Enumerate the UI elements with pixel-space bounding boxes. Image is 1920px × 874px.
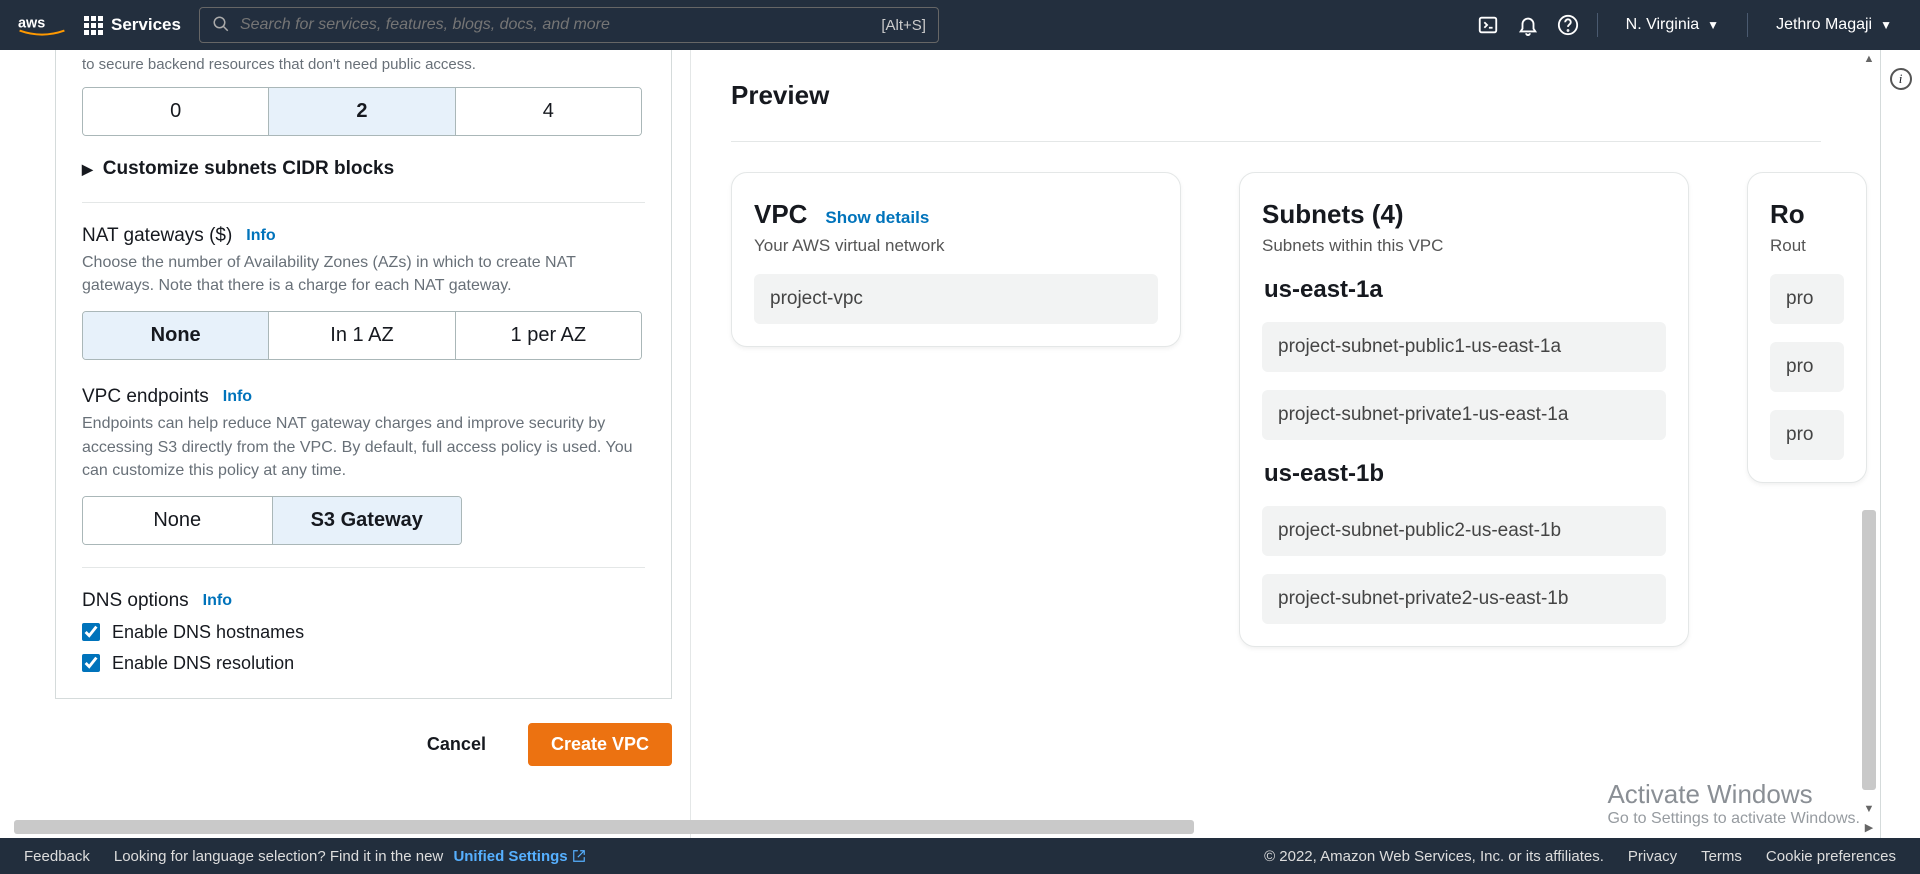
scroll-thumb[interactable]	[1862, 510, 1876, 790]
feedback-link[interactable]: Feedback	[24, 848, 90, 865]
cancel-button[interactable]: Cancel	[405, 723, 508, 766]
form-column: to secure backend resources that don't n…	[0, 50, 690, 838]
subnet-pill[interactable]: project-subnet-public2-us-east-1b	[1262, 506, 1666, 556]
subnet-pill[interactable]: project-subnet-public1-us-east-1a	[1262, 322, 1666, 372]
private-subnets-opt-0[interactable]: 0	[83, 88, 269, 135]
windows-activation-watermark: Activate Windows Go to Settings to activ…	[1607, 779, 1860, 828]
dns-title: DNS options	[82, 590, 189, 612]
preview-column: Preview VPC Show details Your AWS virtua…	[690, 50, 1920, 838]
vpce-info-link[interactable]: Info	[223, 388, 252, 406]
region-label: N. Virginia	[1626, 16, 1700, 34]
help-rail: i	[1880, 50, 1920, 838]
vpce-opt-none[interactable]: None	[83, 497, 273, 544]
nat-title: NAT gateways ($)	[82, 225, 232, 247]
create-vpc-button[interactable]: Create VPC	[528, 723, 672, 766]
horizontal-scrollbar[interactable]: ▶	[14, 818, 1876, 836]
vpc-show-details[interactable]: Show details	[825, 208, 929, 227]
vpc-card-title: VPC	[754, 199, 807, 230]
region-selector[interactable]: N. Virginia ▼	[1616, 16, 1729, 34]
nat-opt-none[interactable]: None	[83, 312, 269, 359]
svg-text:aws: aws	[18, 15, 45, 31]
nat-desc: Choose the number of Availability Zones …	[82, 251, 642, 297]
footer-copyright: © 2022, Amazon Web Services, Inc. or its…	[1264, 848, 1604, 865]
watermark-line2: Go to Settings to activate Windows.	[1607, 810, 1860, 828]
private-subnets-opt-2[interactable]: 2	[269, 88, 455, 135]
unified-settings-link[interactable]: Unified Settings	[453, 848, 585, 865]
dns-resolution-checkbox[interactable]	[82, 654, 100, 672]
search-icon	[212, 15, 230, 36]
private-subnets-desc-tail: to secure backend resources that don't n…	[82, 50, 645, 73]
subnet-pill[interactable]: project-subnet-private1-us-east-1a	[1262, 390, 1666, 440]
vpc-card-sub: Your AWS virtual network	[754, 236, 1158, 256]
route-pill[interactable]: pro	[1770, 410, 1844, 460]
footer-lang-text: Looking for language selection? Find it …	[114, 848, 586, 865]
top-nav: aws Services [Alt+S] N. Virginia ▼ Jethr…	[0, 0, 1920, 50]
vpce-opt-s3[interactable]: S3 Gateway	[273, 497, 462, 544]
az-heading: us-east-1b	[1264, 460, 1666, 488]
services-menu[interactable]: Services	[84, 15, 181, 35]
nat-opt-1az[interactable]: In 1 AZ	[269, 312, 455, 359]
global-search[interactable]: [Alt+S]	[199, 7, 939, 43]
footer: Feedback Looking for language selection?…	[0, 838, 1920, 874]
grid-icon	[84, 16, 103, 35]
scroll-up-icon[interactable]: ▲	[1860, 50, 1878, 68]
nat-segment: None In 1 AZ 1 per AZ	[82, 311, 642, 360]
cloudshell-icon[interactable]	[1477, 14, 1499, 36]
az-heading: us-east-1a	[1264, 276, 1666, 304]
user-label: Jethro Magaji	[1776, 16, 1872, 34]
main-area: to secure backend resources that don't n…	[0, 50, 1920, 838]
scroll-down-icon[interactable]: ▼	[1860, 800, 1878, 818]
preview-title: Preview	[731, 80, 1920, 111]
nat-info-link[interactable]: Info	[246, 227, 275, 245]
info-icon[interactable]: i	[1890, 68, 1912, 90]
customize-cidr-label: Customize subnets CIDR blocks	[103, 158, 394, 180]
customize-cidr-expander[interactable]: ▶ Customize subnets CIDR blocks	[82, 158, 645, 180]
vpc-name-pill[interactable]: project-vpc	[754, 274, 1158, 324]
notifications-icon[interactable]	[1517, 14, 1539, 36]
subnets-card-title: Subnets (4)	[1262, 199, 1404, 230]
private-subnets-opt-4[interactable]: 4	[456, 88, 641, 135]
vpce-title: VPC endpoints	[82, 386, 209, 408]
search-input[interactable]	[240, 16, 871, 34]
private-subnets-segment: 0 2 4	[82, 87, 642, 136]
route-pill[interactable]: pro	[1770, 274, 1844, 324]
vpc-card: VPC Show details Your AWS virtual networ…	[731, 172, 1181, 347]
account-menu[interactable]: Jethro Magaji ▼	[1766, 16, 1902, 34]
preview-cards: VPC Show details Your AWS virtual networ…	[731, 172, 1920, 647]
vpce-segment: None S3 Gateway	[82, 496, 462, 545]
routes-card-sub: Rout	[1770, 236, 1844, 256]
subnets-card: Subnets (4) Subnets within this VPC us-e…	[1239, 172, 1689, 647]
external-link-icon	[572, 849, 586, 863]
dns-hostnames-row[interactable]: Enable DNS hostnames	[82, 622, 645, 643]
search-shortcut: [Alt+S]	[881, 17, 926, 34]
hscroll-thumb[interactable]	[14, 820, 1194, 834]
chevron-down-icon: ▼	[1707, 18, 1719, 32]
vertical-scrollbar[interactable]: ▲ ▼	[1860, 50, 1878, 818]
dns-hostnames-label: Enable DNS hostnames	[112, 622, 304, 643]
vpc-settings-panel: to secure backend resources that don't n…	[55, 50, 672, 699]
scroll-right-icon[interactable]: ▶	[1860, 818, 1878, 836]
dns-resolution-label: Enable DNS resolution	[112, 653, 294, 674]
subnet-pill[interactable]: project-subnet-private2-us-east-1b	[1262, 574, 1666, 624]
services-label: Services	[111, 15, 181, 35]
dns-info-link[interactable]: Info	[203, 592, 232, 610]
privacy-link[interactable]: Privacy	[1628, 848, 1677, 865]
form-actions: Cancel Create VPC	[55, 723, 672, 766]
dns-resolution-row[interactable]: Enable DNS resolution	[82, 653, 645, 674]
cookie-link[interactable]: Cookie preferences	[1766, 848, 1896, 865]
vpce-desc: Endpoints can help reduce NAT gateway ch…	[82, 412, 642, 482]
watermark-line1: Activate Windows	[1607, 779, 1860, 810]
terms-link[interactable]: Terms	[1701, 848, 1742, 865]
dns-hostnames-checkbox[interactable]	[82, 623, 100, 641]
aws-logo[interactable]: aws	[18, 13, 66, 37]
caret-right-icon: ▶	[82, 161, 93, 178]
help-icon[interactable]	[1557, 14, 1579, 36]
nat-opt-peraz[interactable]: 1 per AZ	[456, 312, 641, 359]
routes-card-title: Ro	[1770, 199, 1805, 230]
route-pill[interactable]: pro	[1770, 342, 1844, 392]
subnets-card-sub: Subnets within this VPC	[1262, 236, 1666, 256]
routes-card: Ro Rout pro pro pro	[1747, 172, 1867, 483]
chevron-down-icon: ▼	[1880, 18, 1892, 32]
